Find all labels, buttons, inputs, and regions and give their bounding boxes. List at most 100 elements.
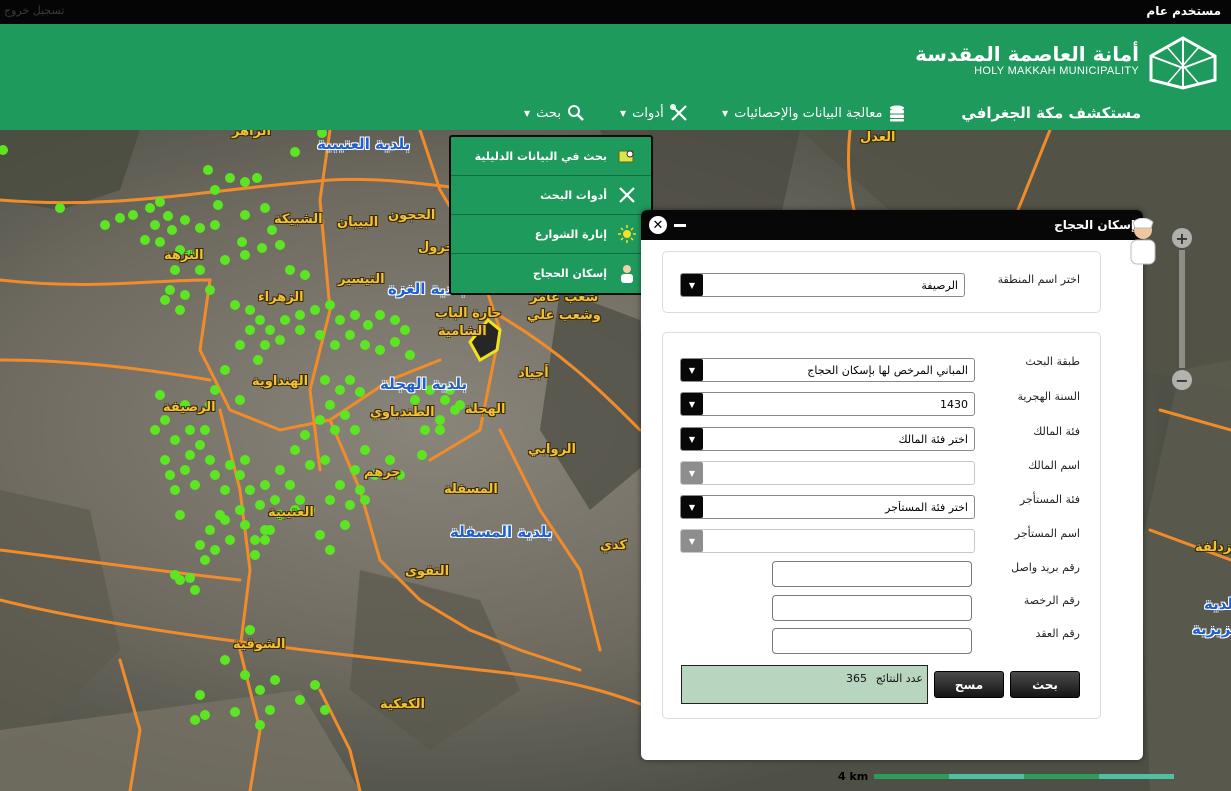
map-label: الروابي: [528, 442, 576, 457]
scale-label: 4 km: [838, 769, 869, 783]
municipality-logo-icon: [1149, 36, 1217, 90]
app-title: مستكشف مكة الجغرافي: [961, 104, 1141, 122]
map-label: الهنداوية: [252, 374, 309, 389]
map-label: الزهراء: [258, 290, 304, 305]
map-label: بلدية: [1204, 595, 1231, 613]
nav-label: بحث: [536, 105, 561, 121]
chevron-down-icon: ▼: [681, 274, 703, 296]
dialog-header[interactable]: إسكان الحجاج ✕: [641, 210, 1143, 240]
zoom-out-button[interactable]: −: [1172, 370, 1192, 390]
map-label: البيبان: [337, 215, 379, 230]
map-label: الشامية: [438, 324, 487, 339]
map-label: التقوى: [405, 564, 450, 579]
results-count: 365: [846, 672, 867, 685]
map-label: الكعكية: [380, 697, 425, 712]
minimize-icon[interactable]: [674, 224, 686, 227]
map-label: المسفلة: [444, 482, 498, 497]
map-label: جرهم: [364, 465, 401, 480]
contract-number-input[interactable]: [772, 628, 972, 654]
tenant-category-label: فئة المستأجر: [1019, 493, 1080, 506]
region-label: اختر اسم المنطقة: [997, 273, 1080, 286]
region-select[interactable]: الرصيفة ▼: [680, 273, 965, 297]
mail-number-label: رقم بريد واصل: [1011, 561, 1080, 574]
brand-english: HOLY MAKKAH MUNICIPALITY: [974, 65, 1139, 77]
menu-item-label: بحث في البيانات الدليلية: [474, 149, 607, 163]
map-search-icon: [617, 146, 637, 166]
map-label: الزاهر: [232, 130, 271, 139]
region-fieldset: اختر اسم المنطقة الرصيفة ▼: [662, 251, 1101, 313]
logout-link[interactable]: تسجيل خروج: [4, 4, 64, 17]
owner-category-value: اختر فئة المالك: [898, 432, 968, 446]
zoom-slider-track[interactable]: [1179, 250, 1185, 368]
region-select-value: الرصيفة: [921, 278, 958, 292]
map-label: بلدية العتيبية: [317, 135, 411, 153]
owner-name-label: اسم المالك: [1028, 459, 1080, 472]
mail-number-input[interactable]: [772, 561, 972, 587]
hijri-year-select[interactable]: 1430 ▼: [680, 392, 975, 416]
tools-icon: [669, 104, 687, 121]
map-label: مزدلفة: [1195, 540, 1231, 555]
hijri-year-label: السنة الهجرية: [1017, 390, 1080, 403]
owner-category-select[interactable]: اختر فئة المالك ▼: [680, 427, 975, 451]
menu-item-label: إسكان الحجاج: [532, 267, 607, 280]
chevron-down-icon: ▼: [681, 428, 703, 450]
menu-item-street-lighting[interactable]: إنارة الشوارع: [451, 215, 651, 254]
menu-item-directory-search[interactable]: بحث في البيانات الدليلية: [451, 137, 651, 176]
map-label: كدي: [600, 538, 627, 553]
map-label: العتيبية: [268, 505, 314, 520]
map-label: أجياد: [518, 366, 549, 381]
menu-item-label: إنارة الشوارع: [534, 227, 607, 241]
map-label: حارة الباب: [435, 306, 502, 321]
user-name: مستخدم عام: [1146, 4, 1221, 18]
nav-search[interactable]: ▼ بحث: [524, 104, 585, 122]
map-label: الطندباوي: [370, 405, 435, 420]
clear-button[interactable]: مسح: [934, 671, 1004, 698]
map-label: العدل: [860, 130, 896, 145]
search-button[interactable]: بحث: [1010, 671, 1080, 698]
zoom-control[interactable]: + −: [1172, 228, 1192, 390]
tools-icon: [617, 185, 637, 205]
tenant-name-label: اسم المستأجر: [1014, 527, 1080, 540]
nav-data-statistics[interactable]: ▼ معالجة البيانات والإحصائيات: [722, 104, 906, 122]
person-icon: [617, 264, 637, 284]
caret-down-icon: ▼: [620, 108, 627, 118]
person-icon: [1130, 218, 1156, 265]
map-label: التيسير: [338, 272, 385, 287]
caret-down-icon: ▼: [524, 108, 531, 118]
dialog-title: إسكان الحجاج: [1054, 218, 1135, 232]
nav-tools[interactable]: ▼ أدوات: [620, 104, 688, 122]
brand-arabic: أمانة العاصمة المقدسة: [915, 42, 1139, 66]
contract-number-label: رقم العقد: [1035, 627, 1080, 640]
nav-label: معالجة البيانات والإحصائيات: [734, 105, 883, 121]
scale-bar: 4 km: [838, 769, 1175, 783]
database-icon: [890, 105, 905, 122]
caret-down-icon: ▼: [722, 108, 729, 118]
scale-bar-graphic: [874, 773, 1175, 779]
results-box: عدد النتائج 365: [681, 665, 928, 704]
map-label: بلدية الهجلة: [380, 375, 468, 393]
close-icon[interactable]: ✕: [649, 216, 667, 234]
map-label: بلدية المسفلة: [450, 523, 553, 541]
top-bar: مستخدم عام تسجيل خروج: [0, 0, 1231, 24]
chevron-down-icon: ▼: [681, 462, 703, 484]
search-icon: [567, 105, 584, 121]
menu-item-pilgrim-housing[interactable]: إسكان الحجاج: [451, 254, 651, 293]
sun-icon: [617, 224, 637, 244]
tenant-category-select[interactable]: اختر فئة المستأجر ▼: [680, 495, 975, 519]
search-layer-label: طبقة البحث: [1025, 355, 1080, 368]
map-label: الشوقية: [233, 637, 286, 652]
menu-item-search-tools[interactable]: أدوات البحث: [451, 176, 651, 215]
search-dropdown-menu: بحث في البيانات الدليلية أدوات البحث إنا…: [449, 135, 653, 295]
search-fieldset: طبقة البحث المباني المرخص لها بإسكان الح…: [662, 332, 1101, 719]
nav-label: أدوات: [632, 105, 664, 121]
tenant-name-select[interactable]: ▼: [680, 529, 975, 553]
search-layer-value: المباني المرخص لها بإسكان الحجاج: [807, 363, 968, 377]
map-label: وشعب علي: [527, 308, 601, 323]
owner-name-select[interactable]: ▼: [680, 461, 975, 485]
license-number-input[interactable]: [772, 595, 972, 621]
owner-category-label: فئة المالك: [1033, 425, 1080, 438]
search-layer-select[interactable]: المباني المرخص لها بإسكان الحجاج ▼: [680, 358, 975, 382]
zoom-in-button[interactable]: +: [1172, 228, 1192, 248]
results-label: عدد النتائج: [875, 672, 923, 685]
pilgrim-housing-dialog: إسكان الحجاج ✕ اختر اسم المنطقة الرصيفة …: [641, 210, 1156, 760]
